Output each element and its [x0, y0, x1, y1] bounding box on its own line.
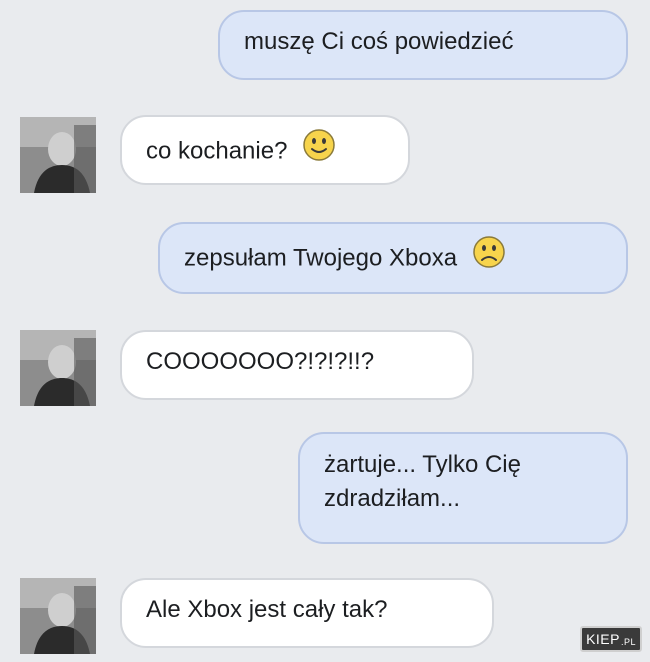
- message-text-line-2: zdradziłam...: [324, 485, 461, 512]
- avatar-photo: [20, 330, 96, 406]
- site-watermark-logo: KIEP .PL: [580, 626, 642, 652]
- message-text: zepsułam Twojego Xboxa: [184, 244, 458, 272]
- contact-avatar[interactable]: [20, 330, 96, 406]
- outgoing-message-bubble[interactable]: zepsułam Twojego Xboxa: [158, 222, 628, 294]
- smile-emoji-icon: [302, 128, 336, 172]
- outgoing-message-bubble[interactable]: żartuje... Tylko Cię zdradziłam...: [298, 432, 628, 544]
- sad-emoji-icon: [472, 235, 506, 279]
- message-text: Ale Xbox jest cały tak?: [146, 596, 388, 623]
- watermark-brand: KIEP: [586, 631, 620, 647]
- message-text: COOOOOOO?!?!?!!?: [146, 348, 375, 375]
- watermark-tld: .PL: [620, 637, 636, 647]
- avatar-photo: [20, 117, 96, 193]
- message-text: co kochanie?: [146, 137, 288, 165]
- incoming-message-bubble[interactable]: Ale Xbox jest cały tak?: [120, 578, 494, 648]
- avatar-photo: [20, 578, 96, 654]
- incoming-message-bubble[interactable]: COOOOOOO?!?!?!!?: [120, 330, 474, 400]
- contact-avatar[interactable]: [20, 117, 96, 193]
- message-text-line-1: żartuje... Tylko Cię: [324, 451, 521, 478]
- outgoing-message-bubble[interactable]: muszę Ci coś powiedzieć: [218, 10, 628, 80]
- chat-thread: muszę Ci coś powiedzieć co kochanie? zep…: [0, 0, 650, 662]
- message-text: muszę Ci coś powiedzieć: [244, 28, 514, 55]
- incoming-message-bubble[interactable]: co kochanie?: [120, 115, 410, 185]
- contact-avatar[interactable]: [20, 578, 96, 654]
